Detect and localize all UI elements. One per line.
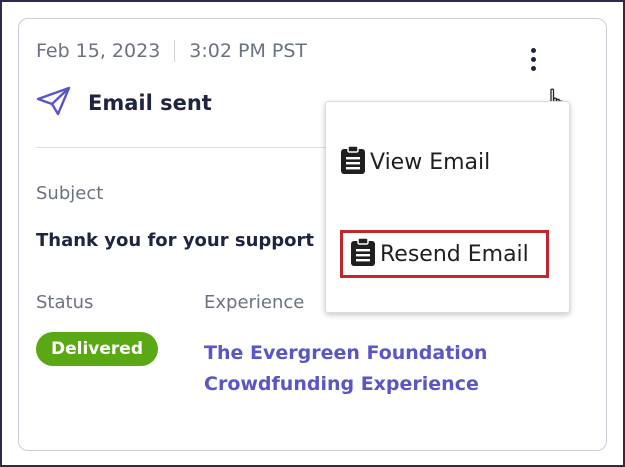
status-badge-text: Delivered — [51, 339, 143, 359]
clipboard-icon — [340, 145, 366, 179]
meta-separator — [174, 40, 176, 62]
kebab-dot — [530, 65, 536, 71]
resend-email-menu-item[interactable]: Resend Email — [340, 230, 549, 278]
more-options-button[interactable] — [520, 42, 546, 76]
experience-link-line2: Crowdfunding Experience — [204, 373, 479, 395]
activity-meta: Feb 15, 2023 3:02 PM PST — [36, 40, 307, 62]
email-sent-row: Email sent — [36, 86, 212, 120]
activity-time: 3:02 PM PST — [189, 40, 308, 62]
view-email-menu-item[interactable]: View Email — [340, 145, 490, 179]
status-badge: Delivered — [36, 332, 158, 366]
event-label: Email sent — [88, 91, 212, 115]
kebab-dot — [530, 56, 536, 62]
experience-link[interactable]: The Evergreen Foundation Crowdfunding Ex… — [204, 338, 487, 400]
status-label: Status — [36, 292, 94, 313]
subject-value: Thank you for your support — [36, 230, 315, 251]
paper-plane-icon — [36, 86, 72, 120]
clipboard-icon — [350, 237, 376, 271]
experience-link-line1: The Evergreen Foundation — [204, 342, 488, 364]
resend-email-label: Resend Email — [380, 241, 529, 267]
view-email-label: View Email — [370, 149, 491, 175]
experience-label: Experience — [204, 292, 305, 313]
subject-label: Subject — [36, 183, 104, 204]
kebab-dot — [530, 47, 536, 53]
activity-date: Feb 15, 2023 — [36, 40, 161, 62]
options-dropdown-menu: View Email Resend Email — [325, 101, 570, 313]
